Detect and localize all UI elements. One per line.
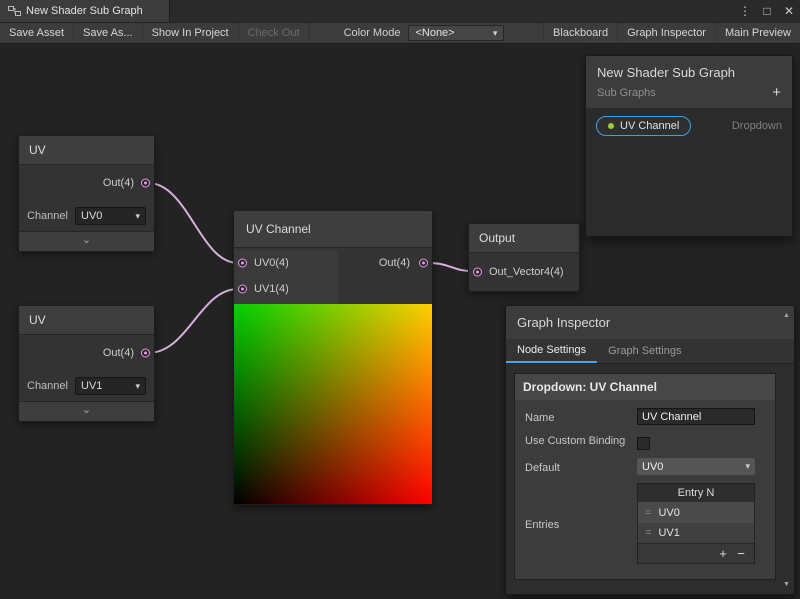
node-output[interactable]: Output Out_Vector4(4) (468, 223, 580, 292)
tab-title: New Shader Sub Graph (26, 5, 143, 17)
default-dropdown[interactable]: UV0 ▾ (637, 458, 755, 475)
channel-label: Channel (27, 210, 71, 222)
inspector-header[interactable]: Graph Inspector (506, 306, 794, 339)
entries-label: Entries (525, 517, 637, 531)
port-label-out: Out(4) (103, 177, 134, 189)
entries-column-header: Entry N (638, 484, 754, 503)
blackboard-title: New Shader Sub Graph (597, 65, 781, 80)
list-item: UV Channel Dropdown (596, 116, 782, 136)
graph-canvas[interactable]: UV Out(4) Channel UV0 ▾ ⌄ UV Out(4) Chan… (0, 44, 800, 599)
node-uv-bottom[interactable]: UV Out(4) Channel UV1 ▾ ⌄ (18, 305, 155, 422)
toolbar: Save Asset Save As... Show In Project Ch… (0, 22, 800, 44)
inspector-scrollbar[interactable]: ▲ ▼ (782, 312, 791, 588)
add-entry-button[interactable]: + (716, 546, 730, 561)
table-row[interactable]: = UV1 (638, 523, 754, 543)
tab-node-settings[interactable]: Node Settings (506, 339, 597, 363)
blackboard-item-uv-channel[interactable]: UV Channel (596, 116, 691, 136)
channel-value: UV0 (81, 210, 102, 222)
use-custom-binding-checkbox[interactable] (637, 437, 650, 450)
blackboard-panel[interactable]: New Shader Sub Graph Sub Graphs + UV Cha… (585, 55, 793, 237)
blackboard-body: UV Channel Dropdown (586, 108, 792, 144)
color-mode-value: <None> (415, 27, 454, 39)
output-port[interactable] (141, 179, 150, 188)
node-title[interactable]: UV (19, 136, 154, 165)
channel-dropdown[interactable]: UV0 ▾ (75, 207, 146, 225)
inspector-tabs: Node Settings Graph Settings (506, 339, 794, 364)
inspector-title: Graph Inspector (517, 315, 783, 330)
tab-shader-subgraph[interactable]: New Shader Sub Graph (0, 0, 170, 22)
dropdown-settings-card: Dropdown: UV Channel Name Use Custom Bin… (514, 373, 776, 580)
default-value: UV0 (642, 461, 663, 473)
node-title[interactable]: Output (469, 224, 579, 253)
name-label: Name (525, 410, 637, 424)
channel-label: Channel (27, 380, 71, 392)
node-uv-top[interactable]: UV Out(4) Channel UV0 ▾ ⌄ (18, 135, 155, 252)
uv-gradient-preview (234, 304, 432, 504)
scroll-down-icon[interactable]: ▼ (783, 581, 790, 588)
main-preview-toggle-button[interactable]: Main Preview (715, 23, 800, 43)
scroll-up-icon[interactable]: ▲ (783, 312, 790, 319)
entry-value: UV0 (658, 507, 679, 519)
edge-uv1-to-uvchannel[interactable] (148, 289, 238, 353)
input-port-out-vector4[interactable] (473, 268, 482, 277)
check-out-button: Check Out (239, 23, 310, 43)
blackboard-toggle-button[interactable]: Blackboard (543, 23, 617, 43)
collapse-chevron[interactable]: ⌄ (19, 231, 154, 251)
default-label: Default (525, 460, 637, 474)
blackboard-item-type: Dropdown (732, 120, 782, 132)
chevron-down-icon: ▾ (135, 211, 140, 222)
graph-inspector-panel[interactable]: Graph Inspector Node Settings Graph Sett… (505, 305, 795, 595)
save-asset-button[interactable]: Save Asset (0, 23, 74, 43)
node-uv-channel[interactable]: UV Channel UV0(4) UV1(4) Out(4) (233, 210, 433, 505)
edge-uvchannel-to-output[interactable] (429, 263, 471, 271)
color-mode-label: Color Mode (336, 23, 409, 43)
graph-inspector-toggle-button[interactable]: Graph Inspector (617, 23, 715, 43)
drag-handle-icon[interactable]: = (645, 527, 651, 539)
output-port[interactable] (419, 259, 428, 268)
blackboard-subtitle: Sub Graphs (597, 87, 656, 99)
port-label-uv1: UV1(4) (254, 283, 289, 295)
entries-table: Entry N = UV0 = UV1 + − (637, 483, 755, 564)
add-property-button[interactable]: + (772, 87, 781, 99)
chevron-down-icon: ▾ (745, 461, 750, 472)
save-as-button[interactable]: Save As... (74, 23, 143, 43)
table-row[interactable]: = UV0 (638, 503, 754, 523)
maximize-icon[interactable]: □ (756, 4, 778, 18)
exposed-dot-icon (608, 123, 614, 129)
blackboard-header[interactable]: New Shader Sub Graph Sub Graphs + (586, 56, 792, 108)
port-label-out: Out(4) (103, 347, 134, 359)
node-title[interactable]: UV Channel (234, 211, 432, 248)
show-in-project-button[interactable]: Show In Project (143, 23, 239, 43)
window-menu-icon[interactable]: ⋮ (734, 4, 756, 18)
drag-handle-icon[interactable]: = (645, 507, 651, 519)
node-title[interactable]: UV (19, 306, 154, 335)
close-icon[interactable]: ✕ (778, 4, 800, 18)
inspector-content: Dropdown: UV Channel Name Use Custom Bin… (506, 364, 794, 586)
output-port[interactable] (141, 349, 150, 358)
tab-graph-settings[interactable]: Graph Settings (597, 339, 692, 363)
window-titlebar: New Shader Sub Graph ⋮ □ ✕ (0, 0, 800, 22)
chevron-down-icon: ▾ (135, 381, 140, 392)
port-label-out: Out(4) (379, 257, 410, 269)
color-mode-dropdown[interactable]: <None> ▾ (408, 25, 504, 41)
shader-graph-icon (8, 5, 21, 17)
collapse-chevron[interactable]: ⌄ (19, 401, 154, 421)
port-label-out-vector4: Out_Vector4(4) (489, 266, 564, 278)
input-port-uv1[interactable] (238, 285, 247, 294)
chevron-down-icon: ▾ (493, 28, 498, 39)
entry-value: UV1 (658, 527, 679, 539)
channel-value: UV1 (81, 380, 102, 392)
remove-entry-button[interactable]: − (734, 546, 748, 561)
section-title: Dropdown: UV Channel (515, 374, 775, 400)
port-label-uv0: UV0(4) (254, 257, 289, 269)
use-custom-binding-label: Use Custom Binding (525, 433, 630, 447)
name-input[interactable] (637, 408, 755, 425)
input-port-uv0[interactable] (238, 259, 247, 268)
blackboard-item-label: UV Channel (620, 120, 679, 132)
titlebar-spacer (170, 0, 734, 22)
edge-uv0-to-uvchannel[interactable] (148, 183, 238, 263)
channel-dropdown[interactable]: UV1 ▾ (75, 377, 146, 395)
